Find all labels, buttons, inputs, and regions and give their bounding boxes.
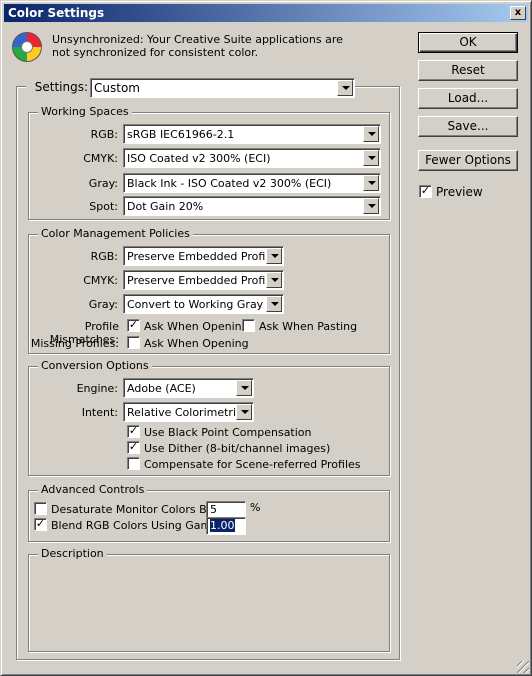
- cmp-gray-select[interactable]: Convert to Working Gray: [123, 294, 284, 314]
- cmp-rgb-select[interactable]: Preserve Embedded Profiles: [123, 246, 284, 266]
- cmp-cmyk-select[interactable]: Preserve Embedded Profiles: [123, 270, 284, 290]
- blend-gamma-checkbox[interactable]: ✓: [34, 518, 47, 531]
- engine-label: Engine:: [76, 382, 118, 395]
- settings-label: Settings:: [26, 80, 90, 94]
- settings-select[interactable]: Custom: [90, 78, 355, 98]
- sync-warning-text: Unsynchronized: Your Creative Suite appl…: [52, 33, 343, 59]
- scene-referred-checkbox[interactable]: [127, 457, 140, 470]
- preview-label: Preview: [436, 185, 483, 199]
- chevron-down-icon[interactable]: [266, 272, 282, 288]
- ws-gray-select[interactable]: Black Ink - ISO Coated v2 300% (ECI): [123, 173, 381, 193]
- cmp-cmyk-label: CMYK:: [83, 274, 118, 287]
- ws-spot-value: Dot Gain 20%: [127, 200, 204, 213]
- cmp-rgb-value: Preserve Embedded Profiles: [127, 250, 281, 263]
- ask-when-opening-checkbox[interactable]: ✓: [127, 319, 140, 332]
- close-button[interactable]: x: [510, 6, 526, 20]
- advanced-controls-title: Advanced Controls: [38, 483, 148, 496]
- black-point-label: Use Black Point Compensation: [144, 426, 312, 439]
- ws-cmyk-select[interactable]: ISO Coated v2 300% (ECI): [123, 148, 381, 168]
- ws-cmyk-label: CMYK:: [83, 152, 118, 165]
- dither-checkbox[interactable]: ✓: [127, 441, 140, 454]
- preview-checkbox[interactable]: ✓: [419, 185, 432, 198]
- cmp-title: Color Management Policies: [38, 227, 193, 240]
- title-bar[interactable]: Color Settings x: [4, 4, 528, 22]
- missing-ask-when-opening-checkbox[interactable]: [127, 336, 140, 349]
- scene-referred-label: Compensate for Scene-referred Profiles: [144, 458, 361, 471]
- desaturate-unit: %: [250, 501, 261, 514]
- save-button[interactable]: Save...: [418, 116, 518, 137]
- engine-value: Adobe (ACE): [127, 382, 196, 395]
- working-spaces-title: Working Spaces: [38, 105, 132, 118]
- ask-when-pasting-checkbox[interactable]: [242, 319, 255, 332]
- black-point-checkbox[interactable]: ✓: [127, 425, 140, 438]
- chevron-down-icon[interactable]: [236, 380, 252, 396]
- chevron-down-icon[interactable]: [236, 404, 252, 420]
- chevron-down-icon[interactable]: [363, 126, 379, 142]
- settings-value: Custom: [94, 81, 140, 95]
- missing-ask-when-opening-label: Ask When Opening: [144, 337, 249, 350]
- load-button[interactable]: Load...: [418, 88, 518, 109]
- cmp-gray-value: Convert to Working Gray: [127, 298, 264, 311]
- chevron-down-icon[interactable]: [363, 150, 379, 166]
- chevron-down-icon[interactable]: [363, 198, 379, 214]
- ask-when-opening-label: Ask When Opening: [144, 320, 249, 333]
- ok-button[interactable]: OK: [418, 32, 518, 53]
- cmp-rgb-label: RGB:: [90, 250, 118, 263]
- ws-rgb-select[interactable]: sRGB IEC61966-2.1: [123, 124, 381, 144]
- dither-label: Use Dither (8-bit/channel images): [144, 442, 331, 455]
- blend-gamma-input[interactable]: 1.00: [206, 517, 246, 535]
- intent-select[interactable]: Relative Colorimetric: [123, 402, 254, 422]
- ws-cmyk-value: ISO Coated v2 300% (ECI): [127, 152, 271, 165]
- ws-gray-value: Black Ink - ISO Coated v2 300% (ECI): [127, 177, 332, 190]
- ws-spot-select[interactable]: Dot Gain 20%: [123, 196, 381, 216]
- ask-when-pasting-label: Ask When Pasting: [259, 320, 358, 333]
- engine-select[interactable]: Adobe (ACE): [123, 378, 254, 398]
- ws-rgb-label: RGB:: [90, 128, 118, 141]
- cmp-cmyk-value: Preserve Embedded Profiles: [127, 274, 281, 287]
- reset-button[interactable]: Reset: [418, 60, 518, 81]
- resize-grip-icon[interactable]: [517, 661, 529, 673]
- ws-spot-label: Spot:: [89, 200, 118, 213]
- window-title: Color Settings: [8, 6, 105, 20]
- missing-profiles-label: Missing Profiles:: [30, 337, 119, 350]
- chevron-down-icon[interactable]: [363, 175, 379, 191]
- chevron-down-icon[interactable]: [337, 80, 353, 96]
- fewer-options-button[interactable]: Fewer Options: [418, 150, 518, 171]
- desaturate-checkbox[interactable]: [34, 502, 47, 515]
- description-group: Description: [28, 547, 390, 652]
- blend-gamma-value: 1.00: [210, 519, 235, 532]
- color-wheel-icon: [12, 32, 42, 62]
- intent-label: Intent:: [81, 406, 118, 419]
- ws-gray-label: Gray:: [88, 177, 118, 190]
- ws-rgb-value: sRGB IEC61966-2.1: [127, 128, 235, 141]
- chevron-down-icon[interactable]: [266, 296, 282, 312]
- intent-value: Relative Colorimetric: [127, 406, 243, 419]
- cmp-gray-label: Gray:: [88, 298, 118, 311]
- chevron-down-icon[interactable]: [266, 248, 282, 264]
- conversion-options-title: Conversion Options: [38, 359, 152, 372]
- description-title: Description: [38, 547, 107, 560]
- desaturate-label: Desaturate Monitor Colors By:: [51, 503, 217, 516]
